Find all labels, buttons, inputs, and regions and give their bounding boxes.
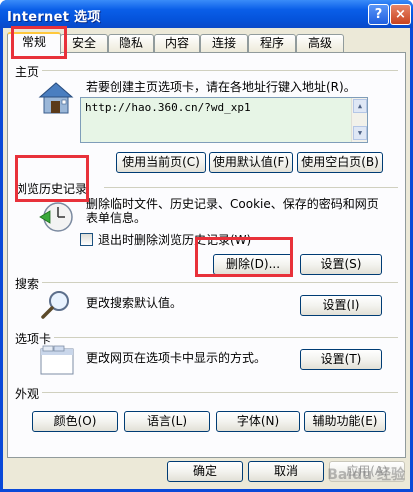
appearance-section-title: 外观 — [15, 387, 40, 401]
scroll-down-icon[interactable]: ▼ — [353, 126, 367, 140]
divider — [42, 282, 398, 283]
tab-privacy[interactable]: 隐私 — [108, 34, 154, 53]
tab-security[interactable]: 安全 — [60, 34, 108, 53]
accessibility-button[interactable]: 辅助功能(E) — [304, 411, 386, 432]
dialog-client: 常规 安全 隐私 内容 连接 程序 高级 主页 若要创建主页选项卡，请在各地址行… — [3, 28, 410, 489]
search-section-title: 搜索 — [15, 277, 40, 291]
homepage-url-input[interactable]: http://hao.360.cn/?wd_xp1 ▲ ▼ — [80, 97, 368, 143]
search-description: 更改搜索默认值。 — [86, 296, 183, 310]
history-settings-button[interactable]: 设置(S) — [300, 254, 382, 275]
internet-options-window: Internet 选项 ? × 常规 安全 隐私 内容 连接 程序 高级 主页 … — [0, 0, 413, 492]
divider — [42, 70, 398, 71]
tab-advanced[interactable]: 高级 — [296, 34, 344, 53]
magnifier-icon — [41, 291, 69, 319]
tab-programs[interactable]: 程序 — [248, 34, 296, 53]
window-title: Internet 选项 — [7, 10, 101, 25]
tabs-window-icon — [40, 345, 74, 375]
search-settings-button[interactable]: 设置(I) — [300, 295, 382, 316]
divider — [54, 337, 398, 338]
house-icon — [38, 82, 74, 114]
delete-on-exit-label: 退出时删除浏览历史记录(W) — [98, 233, 252, 247]
history-section-title: 浏览历史记录 — [15, 182, 88, 196]
use-default-button[interactable]: 使用默认值(F) — [209, 152, 293, 173]
title-bar[interactable]: Internet 选项 ? × — [0, 0, 413, 28]
use-current-button[interactable]: 使用当前页(C) — [116, 152, 206, 173]
tab-general[interactable]: 常规 — [7, 32, 61, 54]
ok-button[interactable]: 确定 — [167, 461, 243, 482]
tabs-description: 更改网页在选项卡中显示的方式。 — [86, 351, 267, 365]
delete-on-exit-checkbox[interactable] — [80, 233, 93, 246]
homepage-description: 若要创建主页选项卡，请在各地址行键入地址(R)。 — [86, 80, 356, 94]
languages-button[interactable]: 语言(L) — [124, 411, 210, 432]
delete-history-button[interactable]: 删除(D)... — [213, 254, 293, 275]
divider — [42, 392, 398, 393]
use-blank-button[interactable]: 使用空白页(B) — [297, 152, 383, 173]
fonts-button[interactable]: 字体(N) — [216, 411, 300, 432]
colors-button[interactable]: 颜色(O) — [32, 411, 118, 432]
help-button[interactable]: ? — [368, 4, 389, 25]
divider — [104, 187, 398, 188]
history-description-line1: 删除临时文件、历史记录、Cookie、保存的密码和网页 — [86, 197, 379, 211]
tabs-settings-button[interactable]: 设置(T) — [300, 349, 382, 370]
history-description-line2: 表单信息。 — [86, 211, 147, 225]
history-clock-icon — [39, 202, 73, 232]
tab-connections[interactable]: 连接 — [200, 34, 248, 53]
url-scrollbar[interactable]: ▲ ▼ — [351, 98, 367, 142]
watermark-text: Baidu 经验 — [327, 467, 405, 483]
scroll-up-icon[interactable]: ▲ — [353, 99, 367, 113]
homepage-section-title: 主页 — [15, 65, 40, 79]
general-panel: 主页 若要创建主页选项卡，请在各地址行键入地址(R)。 http://hao.3… — [7, 52, 406, 458]
tab-content[interactable]: 内容 — [154, 34, 200, 53]
cancel-button[interactable]: 取消 — [248, 461, 324, 482]
homepage-url-value: http://hao.360.cn/?wd_xp1 — [85, 101, 251, 114]
close-button[interactable]: × — [390, 4, 411, 25]
